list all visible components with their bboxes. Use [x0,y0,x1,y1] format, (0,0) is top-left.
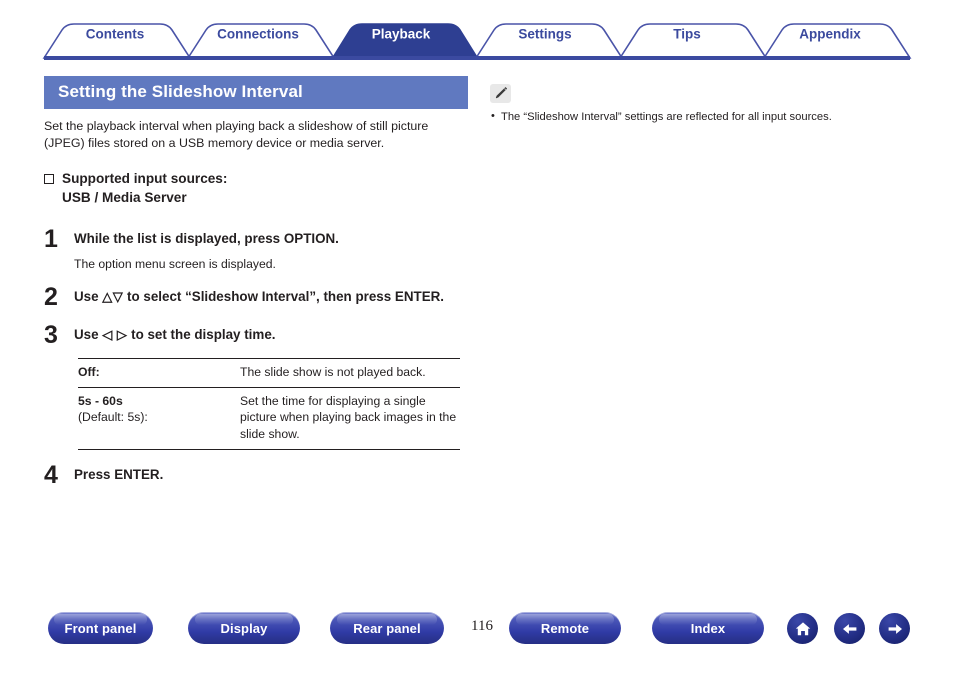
option-key-default: (Default: 5s): [78,410,148,425]
tab-bar-underline [44,56,910,60]
table-row: 5s - 60s (Default: 5s): Set the time for… [78,387,460,450]
tab-appendix[interactable]: Appendix [799,27,861,41]
procedure-steps: 1 While the list is displayed, press OPT… [44,225,468,489]
display-button[interactable]: Display [188,612,300,644]
supported-input-sources-block: Supported input sources: USB / Media Ser… [44,169,468,208]
page-title: Setting the Slideshow Interval [44,76,468,109]
step-2-heading: Use △▽ to select “Slideshow Interval”, t… [74,288,468,306]
table-row: Off: The slide show is not played back. [78,358,460,387]
main-content-column: Setting the Slideshow Interval Set the p… [44,76,468,504]
step-1-number: 1 [44,225,58,254]
step-3-number: 3 [44,321,58,350]
arrow-right-icon[interactable] [879,613,910,644]
option-key-cell: Off: [78,358,236,387]
option-key-range: 5s - 60s [78,393,123,408]
step-3-text-pre: Use [74,327,103,343]
supported-input-sources-heading: Supported input sources: [62,170,228,186]
remote-button[interactable]: Remote [509,612,621,644]
arrow-left-icon[interactable] [834,613,865,644]
step-2-number: 2 [44,283,58,312]
step-2-text-pre: Use [74,289,103,305]
tab-bar: Contents Connections Playback Settings T… [0,0,954,62]
tab-settings[interactable]: Settings [518,27,571,41]
tab-connections[interactable]: Connections [217,27,299,41]
footer-bar: Front panel Display Rear panel 116 Remot… [0,612,954,673]
note-item: The “Slideshow Interval” settings are re… [490,109,910,126]
step-3-heading: Use ◁ ▷ to set the display time. [74,326,468,344]
step-1-heading: While the list is displayed, press OPTIO… [74,231,339,247]
pencil-icon [490,84,511,103]
square-bullet-icon [44,173,54,184]
option-values-table: Off: The slide show is not played back. … [78,358,460,450]
rear-panel-button[interactable]: Rear panel [330,612,444,644]
step-2-text-post: to select “Slideshow Interval”, then pre… [123,289,445,305]
front-panel-button[interactable]: Front panel [48,612,153,644]
step-1-detail: The option menu screen is displayed. [74,256,276,271]
note-list: The “Slideshow Interval” settings are re… [490,109,910,126]
step-4-heading: Press ENTER. [74,466,164,482]
tab-tips[interactable]: Tips [673,27,701,41]
supported-input-sources-value: USB / Media Server [62,190,187,206]
step-2: 2 Use △▽ to select “Slideshow Interval”,… [44,283,468,312]
note-column: The “Slideshow Interval” settings are re… [490,84,910,126]
step-3-text-post: to set the display time. [127,327,276,343]
up-down-arrow-icon: △▽ [102,289,124,305]
page-number: 116 [471,618,493,634]
tab-contents[interactable]: Contents [86,27,145,41]
option-value-off: The slide show is not played back. [240,364,426,379]
section-intro-text: Set the playback interval when playing b… [44,118,429,151]
option-key-cell: 5s - 60s (Default: 5s): [78,387,236,449]
option-key-off: Off: [78,364,100,379]
step-4-number: 4 [44,460,58,489]
home-icon[interactable] [787,613,818,644]
step-3: 3 Use ◁ ▷ to set the display time. Off: … [44,321,468,450]
index-button[interactable]: Index [652,612,764,644]
option-value-range: Set the time for displaying a single pic… [240,393,457,442]
step-1: 1 While the list is displayed, press OPT… [44,225,468,272]
step-4: 4 Press ENTER. [44,460,468,489]
tab-playback[interactable]: Playback [372,27,431,41]
left-right-arrow-icon: ◁ ▷ [102,327,128,343]
